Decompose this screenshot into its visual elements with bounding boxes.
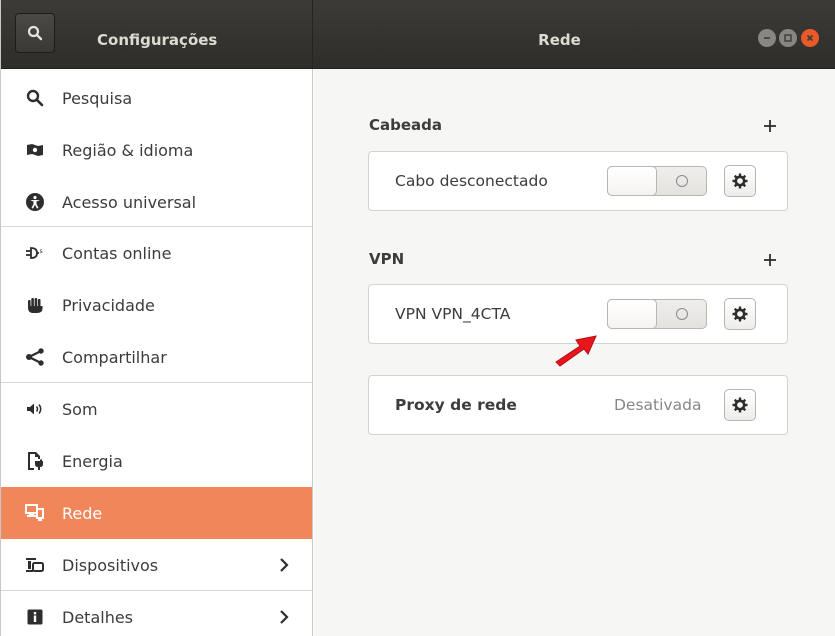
off-indicator-icon xyxy=(676,175,688,187)
sidebar-item-som[interactable]: Som xyxy=(1,383,312,435)
search-icon xyxy=(27,25,43,41)
wired-connection-label: Cabo desconectado xyxy=(395,172,548,190)
app-title: Configurações xyxy=(97,31,218,49)
annotation-arrow-icon xyxy=(555,335,597,367)
info-icon xyxy=(24,606,46,628)
sidebar-item-label: Rede xyxy=(62,503,103,523)
sidebar-item-label: Som xyxy=(62,399,98,419)
search-icon xyxy=(24,87,46,109)
toggle-knob xyxy=(607,299,657,329)
wired-toggle[interactable] xyxy=(607,166,707,196)
sidebar-item-rede[interactable]: Rede xyxy=(1,487,312,539)
minimize-icon xyxy=(764,37,770,39)
proxy-status: Desativada xyxy=(614,396,702,414)
sidebar-item-label: Pesquisa xyxy=(62,88,133,108)
search-button[interactable] xyxy=(15,13,55,53)
sidebar-item-contas-online[interactable]: s Contas online xyxy=(1,227,312,279)
hand-icon xyxy=(24,294,46,316)
add-wired-button[interactable] xyxy=(761,117,779,135)
header-bar: Configurações Rede xyxy=(1,0,835,69)
settings-window: Configurações Rede Pesquisa Região & idi… xyxy=(0,0,835,636)
add-vpn-button[interactable] xyxy=(761,251,779,269)
sidebar-item-label: Detalhes xyxy=(62,607,134,627)
vpn-settings-button[interactable] xyxy=(724,298,756,330)
sidebar-item-label: Dispositivos xyxy=(62,555,159,575)
online-accounts-icon: s xyxy=(24,242,46,264)
toggle-knob xyxy=(607,166,657,196)
vpn-toggle[interactable] xyxy=(607,299,707,329)
gear-icon xyxy=(732,306,748,322)
sidebar-item-label: Energia xyxy=(62,451,123,471)
sidebar-item-label: Contas online xyxy=(62,243,172,263)
off-indicator-icon xyxy=(676,308,688,320)
sidebar-item-acesso-universal[interactable]: Acesso universal xyxy=(1,176,312,228)
sidebar-item-detalhes[interactable]: Detalhes xyxy=(1,591,312,636)
maximize-button[interactable] xyxy=(779,29,797,47)
sidebar-item-dispositivos[interactable]: Dispositivos xyxy=(1,539,312,591)
sidebar-item-label: Região & idioma xyxy=(62,140,194,160)
minimize-button[interactable] xyxy=(758,29,776,47)
vpn-section-title: VPN xyxy=(369,250,405,268)
devices-icon xyxy=(24,554,46,576)
close-icon xyxy=(806,34,814,42)
region-flag-icon xyxy=(24,139,46,161)
sidebar-item-label: Compartilhar xyxy=(62,347,167,367)
chevron-right-icon xyxy=(280,610,289,624)
sidebar-item-compartilhar[interactable]: Compartilhar xyxy=(1,331,312,383)
sidebar-item-privacidade[interactable]: Privacidade xyxy=(1,279,312,331)
wired-connection-card: Cabo desconectado xyxy=(368,151,788,211)
sidebar: Pesquisa Região & idioma Acesso universa… xyxy=(1,69,313,636)
proxy-settings-button[interactable] xyxy=(724,389,756,421)
header-left-pane: Configurações xyxy=(1,0,313,69)
power-icon xyxy=(24,450,46,472)
wired-section-title: Cabeada xyxy=(369,116,443,134)
gear-icon xyxy=(732,397,748,413)
network-icon xyxy=(24,502,46,524)
gear-icon xyxy=(732,173,748,189)
speaker-icon xyxy=(24,398,46,420)
proxy-label: Proxy de rede xyxy=(395,396,517,414)
page-title: Rede xyxy=(538,31,581,49)
wired-settings-button[interactable] xyxy=(724,165,756,197)
sidebar-item-label: Acesso universal xyxy=(62,192,197,212)
sidebar-item-label: Privacidade xyxy=(62,295,155,315)
accessibility-icon xyxy=(24,191,46,213)
sidebar-item-energia[interactable]: Energia xyxy=(1,435,312,487)
svg-text:s: s xyxy=(40,248,43,255)
sidebar-item-regiao[interactable]: Região & idioma xyxy=(1,124,312,176)
chevron-right-icon xyxy=(280,558,289,572)
proxy-card[interactable]: Proxy de rede Desativada xyxy=(368,375,788,435)
sidebar-item-pesquisa[interactable]: Pesquisa xyxy=(1,72,312,124)
maximize-icon xyxy=(784,34,792,42)
vpn-connection-label: VPN VPN_4CTA xyxy=(395,305,511,323)
share-icon xyxy=(24,346,46,368)
close-button[interactable] xyxy=(801,29,819,47)
